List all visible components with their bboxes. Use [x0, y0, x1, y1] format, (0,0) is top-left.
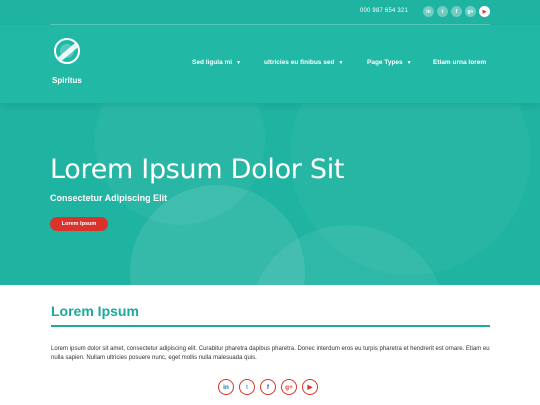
hero-section: 000 987 654 321 in t f g+ ▶ Spiritus Sed… [0, 0, 540, 285]
nav-item-label: Sed ligula mi [192, 59, 233, 66]
twitter-icon[interactable]: t [437, 6, 448, 17]
caret-down-icon: ▼ [236, 59, 242, 66]
phone-number: 000 987 654 321 [359, 8, 408, 14]
nav-item-page-types[interactable]: Page Types ▼ [367, 59, 433, 66]
linkedin-icon[interactable]: in [218, 379, 234, 395]
google-plus-icon[interactable]: g+ [465, 6, 476, 17]
nav-item-etiam-urna-lorem[interactable]: Etiam urna lorem [433, 59, 513, 66]
nav-item-label: Etiam urna lorem [433, 59, 487, 66]
nav-item-label: ultricies eu finibus sed [264, 59, 335, 66]
linkedin-icon[interactable]: in [423, 6, 434, 17]
nav-item-ultricies[interactable]: ultricies eu finibus sed ▼ [264, 59, 367, 66]
twitter-icon[interactable]: t [239, 379, 255, 395]
section-body-text: Lorem ipsum dolor sit amet, consectetur … [51, 346, 490, 361]
youtube-icon[interactable]: ▶ [302, 379, 318, 395]
caret-down-icon: ▼ [406, 59, 412, 66]
facebook-icon[interactable]: f [451, 6, 462, 17]
hero-cta-button[interactable]: Lorem Ipsum [50, 217, 108, 231]
nav-item-sed-ligula-mi[interactable]: Sed ligula mi ▼ [192, 59, 264, 66]
footer-social-links: in t f g+ ▶ [218, 379, 318, 395]
top-bar: 000 987 654 321 in t f g+ ▶ [50, 0, 490, 25]
top-social-links: in t f g+ ▶ [423, 6, 490, 17]
google-plus-icon[interactable]: g+ [281, 379, 297, 395]
hero-subtitle: Consectetur Adipiscing Elit [50, 193, 168, 203]
logo-icon[interactable] [54, 38, 80, 64]
caret-down-icon: ▼ [338, 59, 344, 66]
section-divider [51, 325, 490, 327]
youtube-icon[interactable]: ▶ [479, 6, 490, 17]
section-title: Lorem Ipsum [51, 303, 139, 319]
facebook-icon[interactable]: f [260, 379, 276, 395]
hero-title: Lorem Ipsum Dolor Sit [50, 154, 345, 185]
brand-name[interactable]: Spiritus [52, 76, 82, 85]
nav-item-label: Page Types [367, 59, 403, 66]
main-nav: Sed ligula mi ▼ ultricies eu finibus sed… [192, 59, 513, 66]
